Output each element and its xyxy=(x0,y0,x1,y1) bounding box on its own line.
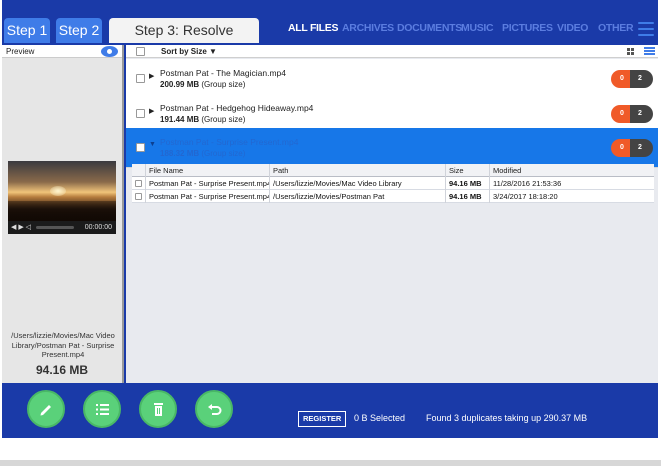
undo-icon xyxy=(208,404,222,415)
video-time: 00:00:00 xyxy=(84,224,112,231)
file-table: File Name Path Size Modified Postman Pat… xyxy=(132,164,654,203)
register-button[interactable]: REGISTER xyxy=(298,411,347,427)
category-documents[interactable]: DOCUMENTS xyxy=(397,22,462,34)
video-player[interactable]: ◀ ▶ ◁ 00:00:00 xyxy=(8,161,116,234)
video-controls: ◀ ▶ ◁ 00:00:00 xyxy=(8,221,116,234)
group-size: 200.99 MB (Group size) xyxy=(160,80,246,89)
header-file-name[interactable]: File Name xyxy=(145,164,269,177)
preview-panel: Preview ◀ ▶ ◁ 00:00:00 /Users/lizzie/Mov… xyxy=(2,45,124,383)
category-all-files[interactable]: ALL FILES xyxy=(288,22,339,34)
group-count-badge: 02 xyxy=(611,70,653,88)
tab-step-3[interactable]: Step 3: Resolve Duplicates xyxy=(109,18,259,63)
expand-arrow-icon[interactable]: ▶ xyxy=(149,72,154,80)
play-controls-icon[interactable]: ◀ ▶ ◁ xyxy=(11,221,31,234)
group-size: 191.44 MB (Group size) xyxy=(160,115,246,124)
group-name: Postman Pat - Surprise Present.mp4 xyxy=(160,137,299,147)
cell-modified: 3/24/2017 18:18:20 xyxy=(489,190,654,203)
group-size: 188.32 MB (Group size) xyxy=(160,149,246,158)
trash-icon xyxy=(154,403,163,416)
expand-arrow-icon[interactable]: ▶ xyxy=(149,107,154,115)
results-toolbar: Sort by Size ▼ xyxy=(126,45,658,58)
page-divider xyxy=(0,460,661,466)
group-name: Postman Pat - Hedgehog Hideaway.mp4 xyxy=(160,103,314,113)
group-checkbox[interactable] xyxy=(136,143,145,152)
duplicates-summary: Found 3 duplicates taking up 290.37 MB xyxy=(426,413,588,423)
video-scrubber[interactable] xyxy=(36,226,74,229)
preview-size: 94.16 MB xyxy=(35,363,89,377)
cell-file-name: Postman Pat - Surprise Present.mp4 xyxy=(145,190,269,203)
header-size[interactable]: Size xyxy=(445,164,489,177)
duplicate-group-selected[interactable]: ▼ Postman Pat - Surprise Present.mp4 188… xyxy=(126,128,658,168)
category-music[interactable]: MUSIC xyxy=(461,22,494,34)
category-pictures[interactable]: PICTURES xyxy=(502,22,553,34)
cell-path: /Users/lizzie/Movies/Postman Pat xyxy=(269,190,445,203)
pencil-icon xyxy=(40,405,51,416)
preview-path: /Users/lizzie/Movies/Mac Video Library/P… xyxy=(11,331,115,359)
undo-button[interactable] xyxy=(195,390,233,428)
list-view-icon[interactable] xyxy=(644,47,655,56)
cell-size: 94.16 MB xyxy=(445,177,489,190)
group-checkbox[interactable] xyxy=(136,74,145,83)
row-checkbox[interactable] xyxy=(135,193,142,200)
tab-step-1[interactable]: Step 1 xyxy=(4,18,50,43)
category-video[interactable]: VIDEO xyxy=(557,22,588,34)
cell-size: 94.16 MB xyxy=(445,190,489,203)
cell-path: /Users/lizzie/Movies/Mac Video Library xyxy=(269,177,445,190)
cell-modified: 11/28/2016 21:53:36 xyxy=(489,177,654,190)
group-checkbox[interactable] xyxy=(136,109,145,118)
table-header: File Name Path Size Modified xyxy=(132,164,654,177)
selected-size: 0 B Selected xyxy=(354,413,406,423)
select-all-checkbox[interactable] xyxy=(136,47,145,56)
table-row[interactable]: Postman Pat - Surprise Present.mp4 /User… xyxy=(132,177,654,190)
category-other[interactable]: OTHER xyxy=(598,22,634,34)
hamburger-menu-icon[interactable] xyxy=(638,22,654,36)
app-window: Step 1 Step 2 Step 3: Resolve Duplicates… xyxy=(2,0,658,438)
footer-bar: REGISTER 0 B Selected Found 3 duplicates… xyxy=(2,383,658,438)
duplicate-group[interactable]: ▶ Postman Pat - The Magician.mp4 200.99 … xyxy=(126,59,658,99)
delete-button[interactable] xyxy=(139,390,177,428)
grid-view-icon[interactable] xyxy=(627,48,635,56)
header: Step 1 Step 2 Step 3: Resolve Duplicates… xyxy=(2,0,658,63)
sort-label: Sort by Size xyxy=(161,47,207,56)
group-count-badge: 02 xyxy=(611,139,653,157)
collapse-arrow-icon[interactable]: ▼ xyxy=(149,141,156,148)
list-button[interactable] xyxy=(83,390,121,428)
row-checkbox-cell xyxy=(132,177,145,190)
list-icon xyxy=(96,404,109,415)
eye-icon[interactable] xyxy=(101,46,118,57)
preview-header: Preview xyxy=(2,45,122,58)
cell-file-name: Postman Pat - Surprise Present.mp4 xyxy=(145,177,269,190)
row-checkbox-cell xyxy=(132,190,145,203)
table-row[interactable]: Postman Pat - Surprise Present.mp4 /User… xyxy=(132,190,654,203)
video-ground xyxy=(8,201,116,221)
group-count-badge: 02 xyxy=(611,105,653,123)
header-modified[interactable]: Modified xyxy=(489,164,654,177)
results-panel: Sort by Size ▼ ▶ Postman Pat - The Magic… xyxy=(126,45,658,383)
edit-button[interactable] xyxy=(27,390,65,428)
preview-title: Preview xyxy=(6,47,35,56)
sort-dropdown[interactable]: Sort by Size ▼ xyxy=(161,45,217,58)
video-sun xyxy=(50,186,66,196)
row-checkbox[interactable] xyxy=(135,180,142,187)
tab-step-2[interactable]: Step 2 xyxy=(56,18,102,43)
header-path[interactable]: Path xyxy=(269,164,445,177)
group-name: Postman Pat - The Magician.mp4 xyxy=(160,68,286,78)
header-checkbox-cell xyxy=(132,164,145,177)
category-archives[interactable]: ARCHIVES xyxy=(342,22,394,34)
